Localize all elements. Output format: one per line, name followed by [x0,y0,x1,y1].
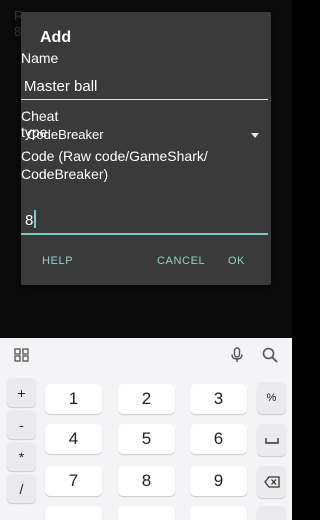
minus-key[interactable]: - [7,410,36,439]
code-value: 8 [25,210,36,229]
dropdown-caret-icon [251,133,259,138]
dialog-title: Add [40,29,72,46]
name-value: Master ball [24,78,98,95]
text-cursor [34,210,36,228]
backspace-key[interactable] [257,466,286,498]
digit-2-key[interactable]: 2 [118,384,175,414]
name-field[interactable]: Master ball [21,74,268,100]
divide-key[interactable]: / [7,474,36,503]
name-label: Name [21,50,59,66]
space-key[interactable] [257,424,286,456]
ok-button[interactable]: OK [228,255,245,267]
mic-icon[interactable] [229,347,245,363]
help-button[interactable]: HELP [42,255,73,267]
digit-4-key[interactable]: 4 [45,424,102,454]
code-label: Code (Raw code/GameShark/ CodeBreaker) [21,148,208,182]
cancel-button[interactable]: CANCEL [157,255,205,267]
multiply-key[interactable]: * [7,442,36,471]
bottom-row-key-left[interactable] [45,506,102,520]
digit-1-key[interactable]: 1 [45,384,102,414]
search-icon[interactable] [262,347,278,363]
numeric-keyboard: + - * / 1 2 3 4 5 6 7 8 9 % [0,338,292,520]
bottom-row-key-middle[interactable] [118,506,175,520]
grid-icon[interactable] [14,347,30,363]
digit-6-key[interactable]: 6 [190,424,247,454]
percent-key[interactable]: % [257,382,286,414]
digit-8-key[interactable]: 8 [118,466,175,496]
space-icon [264,438,279,444]
code-field[interactable]: 8 [21,205,268,235]
enter-key[interactable] [257,506,286,520]
digit-9-key[interactable]: 9 [190,466,247,496]
plus-key[interactable]: + [7,378,36,407]
bottom-row-key-right[interactable] [190,506,247,520]
digit-3-key[interactable]: 3 [190,384,247,414]
keyboard-toolbar [0,338,292,372]
code-text: 8 [25,212,34,229]
cheat-type-select[interactable]: CodeBreaker [25,124,263,146]
digit-5-key[interactable]: 5 [118,424,175,454]
digit-7-key[interactable]: 7 [45,466,102,496]
add-cheat-dialog: Add Name Master ball Cheat type CodeBrea… [21,12,271,285]
backspace-icon [263,476,280,488]
cheat-type-value: CodeBreaker [27,127,104,142]
